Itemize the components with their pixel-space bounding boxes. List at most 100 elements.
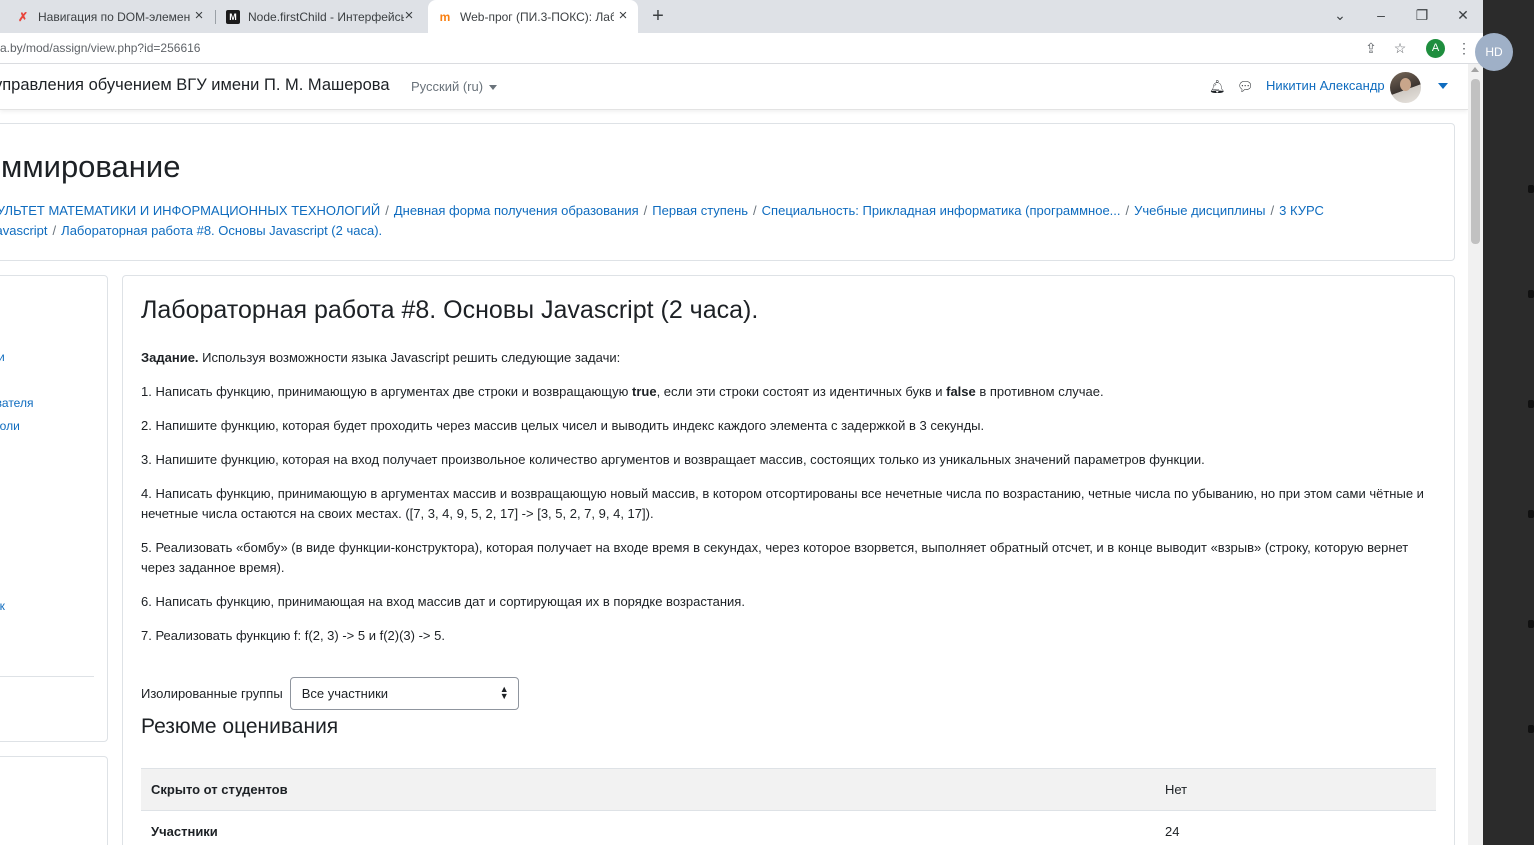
assignment-title: Лабораторная работа #8. Основы Javascrip… <box>141 296 759 324</box>
close-window-button[interactable]: ✕ <box>1454 6 1472 24</box>
table-cell-label: Скрыто от студентов <box>141 768 1155 811</box>
assignment-intro: Задание. Используя возможности языка Jav… <box>141 348 1441 660</box>
task-4: 4. Написать функцию, принимающую в аргум… <box>141 486 1424 521</box>
address-bar: a.by/mod/assign/view.php?id=256616 ⇪ ☆ A… <box>0 33 1483 64</box>
left-nav-link[interactable]: роли <box>0 419 20 433</box>
url-field[interactable]: a.by/mod/assign/view.php?id=256616 <box>0 41 200 55</box>
task-1: 1. Написать функцию, принимающую в аргум… <box>141 382 1441 402</box>
grading-summary-table: Скрыто от студентов Нет Участники 24 <box>141 768 1436 845</box>
tab-bar: ✗ Навигация по DOM-элементам × M Node.fi… <box>0 0 1483 33</box>
breadcrumb: КУЛЬТЕТ МАТЕМАТИКИ И ИНФОРМАЦИОННЫХ ТЕХН… <box>0 201 1391 241</box>
bell-icon[interactable]: 🔔︎ <box>1209 79 1226 95</box>
breadcrumb-separator: / <box>52 223 57 238</box>
left-navigation-block: и ователя роли ок <box>0 275 108 742</box>
task-label: Задание. <box>141 350 199 365</box>
breadcrumb-separator: / <box>1270 203 1275 218</box>
close-tab-icon[interactable]: × <box>402 8 416 23</box>
grading-summary-title: Резюме оценивания <box>141 715 339 738</box>
avatar-face <box>1400 78 1411 91</box>
assignment-card: Лабораторная работа #8. Основы Javascrip… <box>122 275 1455 845</box>
left-nav-link[interactable]: ователя <box>0 396 33 410</box>
breadcrumb-level[interactable]: Первая ступень <box>652 203 748 218</box>
task-2: 2. Напишите функцию, которая будет прохо… <box>141 418 985 433</box>
tab-title: Web-прог (ПИ.3-ПОКС): Лабора <box>460 9 614 24</box>
breadcrumb-faculty[interactable]: КУЛЬТЕТ МАТЕМАТИКИ И ИНФОРМАЦИОННЫХ ТЕХН… <box>0 203 380 218</box>
course-title: ммирование <box>1 149 181 184</box>
share-icon[interactable]: ⇪ <box>1363 40 1379 56</box>
panel-marker <box>1528 290 1534 298</box>
bookmark-star-icon[interactable]: ☆ <box>1392 40 1408 56</box>
table-cell-label: Участники <box>141 810 1155 845</box>
tab-title: Навигация по DOM-элементам <box>38 9 190 24</box>
breadcrumb-lab8[interactable]: Лабораторная работа #8. Основы Javascrip… <box>61 223 382 238</box>
javascript-info-icon: ✗ <box>17 9 29 24</box>
panel-marker <box>1528 400 1534 408</box>
site-name[interactable]: управления обучением ВГУ имени П. М. Маш… <box>0 76 390 95</box>
group-selector-label: Изолированные группы <box>141 686 283 701</box>
moodle-icon: m <box>439 9 451 24</box>
close-tab-icon[interactable]: × <box>616 8 630 23</box>
task-1-true: true <box>632 384 657 399</box>
task-3: 3. Напишите функцию, которая на вход пол… <box>141 452 1205 467</box>
breadcrumb-disciplines[interactable]: Учебные дисциплины <box>1134 203 1265 218</box>
task-1-false: false <box>946 384 976 399</box>
breadcrumb-separator: / <box>643 203 648 218</box>
panel-marker <box>1528 510 1534 518</box>
table-cell-value: Нет <box>1155 768 1436 811</box>
left-nav-link[interactable]: и <box>0 350 5 364</box>
new-tab-button[interactable]: + <box>649 6 667 26</box>
profile-avatar[interactable]: A <box>1426 39 1445 58</box>
table-row: Скрыто от студентов Нет <box>141 768 1436 811</box>
language-menu[interactable]: Русский (ru) <box>411 79 498 94</box>
user-avatar[interactable] <box>1390 72 1421 103</box>
moodle-page: управления обучением ВГУ имени П. М. Маш… <box>0 64 1468 845</box>
scrollbar-thumb[interactable] <box>1471 79 1480 244</box>
breadcrumb-separator: / <box>753 203 757 218</box>
left-secondary-block <box>0 756 108 845</box>
restore-button[interactable]: ❐ <box>1413 6 1431 24</box>
divider <box>0 676 94 677</box>
tab-web-prog-lab[interactable]: m Web-прог (ПИ.3-ПОКС): Лабора × <box>428 0 638 33</box>
task-1-part-a: 1. Написать функцию, принимающую в аргум… <box>141 384 633 399</box>
panel-marker <box>1528 725 1534 733</box>
breadcrumb-specialty[interactable]: Специальность: Прикладная информатика (п… <box>762 203 1121 218</box>
tab-dom-navigation[interactable]: ✗ Навигация по DOM-элементам × <box>8 0 214 33</box>
user-menu-caret-icon[interactable] <box>1438 83 1448 89</box>
group-select[interactable]: Все участники ▲ ▼ <box>289 677 519 710</box>
panel-marker <box>1528 620 1534 628</box>
scroll-up-arrow-icon[interactable] <box>1471 67 1479 72</box>
table-cell-value: 24 <box>1155 810 1436 845</box>
close-tab-icon[interactable]: × <box>192 8 206 23</box>
breadcrumb-javascript[interactable]: Javascript <box>0 223 48 238</box>
minimize-button[interactable]: – <box>1372 6 1390 24</box>
caret-down-icon <box>489 85 498 91</box>
breadcrumb-course-year[interactable]: 3 КУРС <box>1279 203 1324 218</box>
messages-icon[interactable]: 💬︎ <box>1237 79 1254 95</box>
top-navbar: управления обучением ВГУ имени П. М. Маш… <box>0 64 1468 110</box>
page-header: ммирование КУЛЬТЕТ МАТЕМАТИКИ И ИНФОРМАЦ… <box>0 123 1455 261</box>
task-1-part-b: , если эти строки состоят из идентичных … <box>656 384 947 399</box>
language-label: Русский (ru) <box>411 79 484 94</box>
task-intro: Задание. Используя возможности языка Jav… <box>141 348 1441 368</box>
group-selector: Изолированные группы Все участники ▲ ▼ <box>141 677 519 710</box>
breadcrumb-separator: / <box>385 203 389 218</box>
task-5: 5. Реализовать «бомбу» (в виде функции-к… <box>141 540 1409 575</box>
task-6: 6. Написать функцию, принимающая на вход… <box>141 594 745 609</box>
breadcrumb-study-form[interactable]: Дневная форма получения образования <box>394 203 639 218</box>
select-arrows-icon: ▲ ▼ <box>499 684 509 701</box>
task-7: 7. Реализовать функцию f: f(2, 3) -> 5 и… <box>141 628 445 643</box>
task-1-part-c: в противном случае. <box>975 384 1104 399</box>
tab-search-icon[interactable]: ⌄ <box>1331 6 1349 24</box>
tab-title: Node.firstChild - Интерфейсы ве <box>248 9 404 24</box>
group-select-value: Все участники <box>301 686 389 701</box>
participant-avatar[interactable]: HD <box>1475 33 1513 71</box>
panel-marker <box>1528 185 1534 193</box>
right-side-panel <box>1483 0 1534 845</box>
breadcrumb-separator: / <box>1125 203 1130 218</box>
task-intro-text: Используя возможности языка Javascript р… <box>198 350 621 365</box>
tab-node-firstchild[interactable]: M Node.firstChild - Интерфейсы ве × <box>216 0 424 33</box>
page-scrollbar[interactable] <box>1468 64 1483 845</box>
user-name[interactable]: Никитин Александр <box>1266 78 1385 93</box>
menu-kebab-icon[interactable]: ⋮ <box>1456 40 1472 56</box>
left-nav-link[interactable]: ок <box>0 599 5 613</box>
